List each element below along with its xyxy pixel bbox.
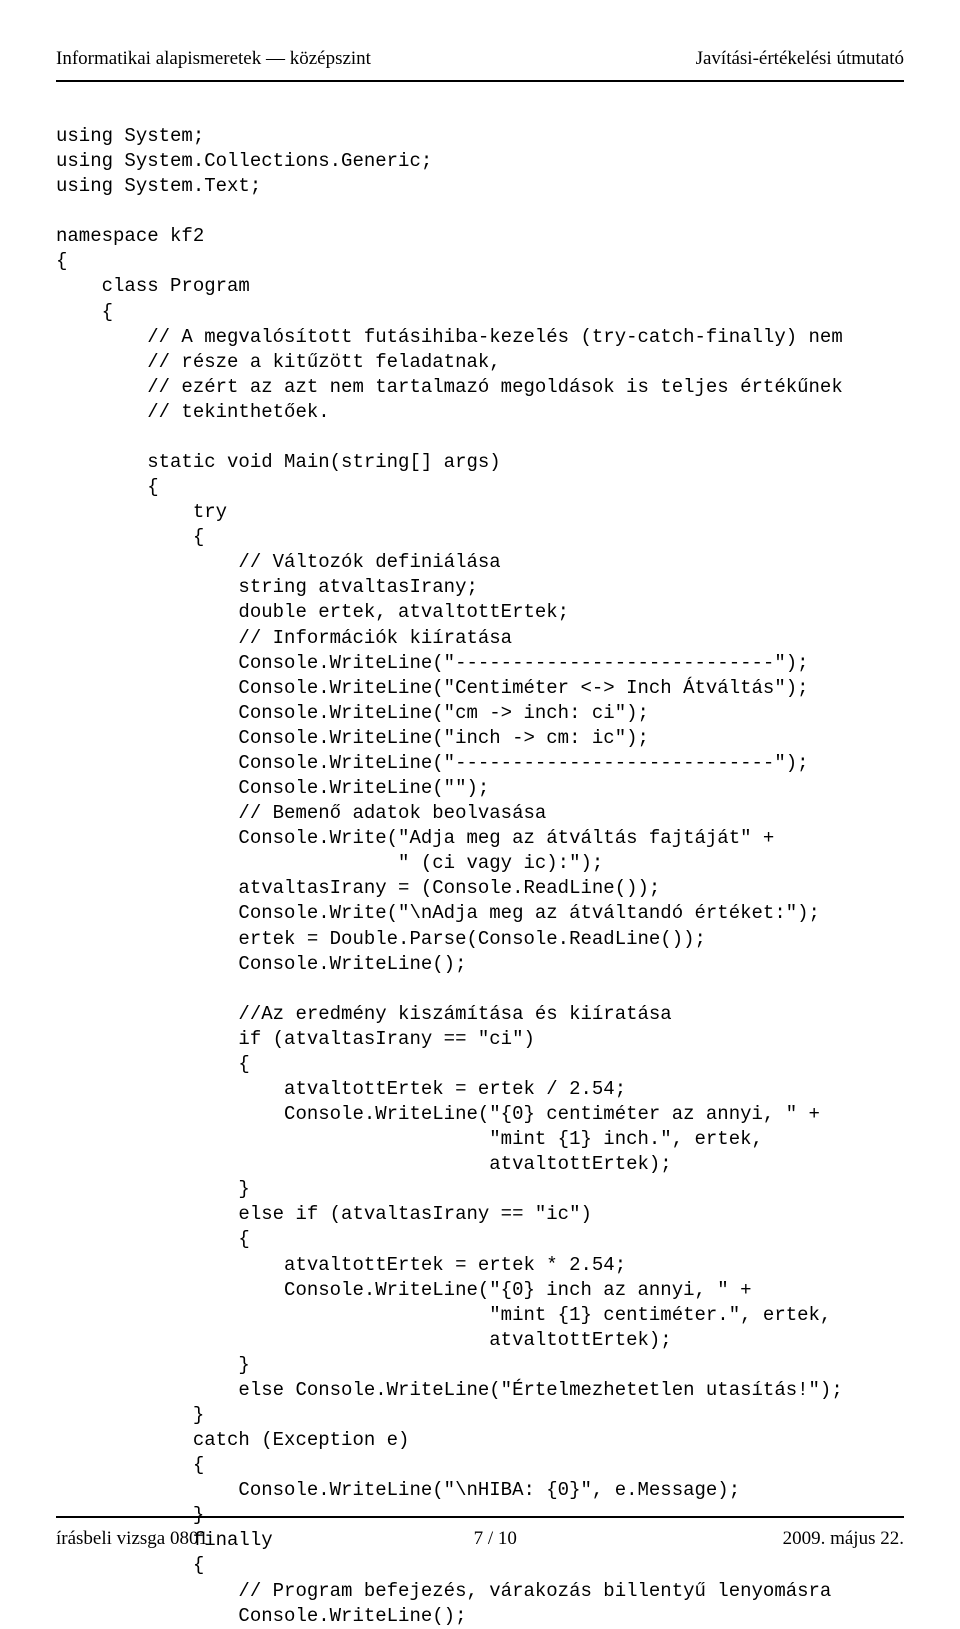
footer-rule [56, 1516, 904, 1518]
header-right: Javítási-értékelési útmutató [696, 48, 904, 70]
footer-center: 7 / 10 [474, 1528, 517, 1550]
footer-right: 2009. május 22. [783, 1528, 904, 1550]
page-header: Informatikai alapismeretek — középszint … [56, 48, 904, 70]
header-left: Informatikai alapismeretek — középszint [56, 48, 371, 70]
header-rule [56, 80, 904, 82]
page-footer: írásbeli vizsga 0801 7 / 10 2009. május … [56, 1528, 904, 1550]
code-listing: using System; using System.Collections.G… [56, 124, 904, 1629]
footer-left: írásbeli vizsga 0801 [56, 1528, 208, 1550]
